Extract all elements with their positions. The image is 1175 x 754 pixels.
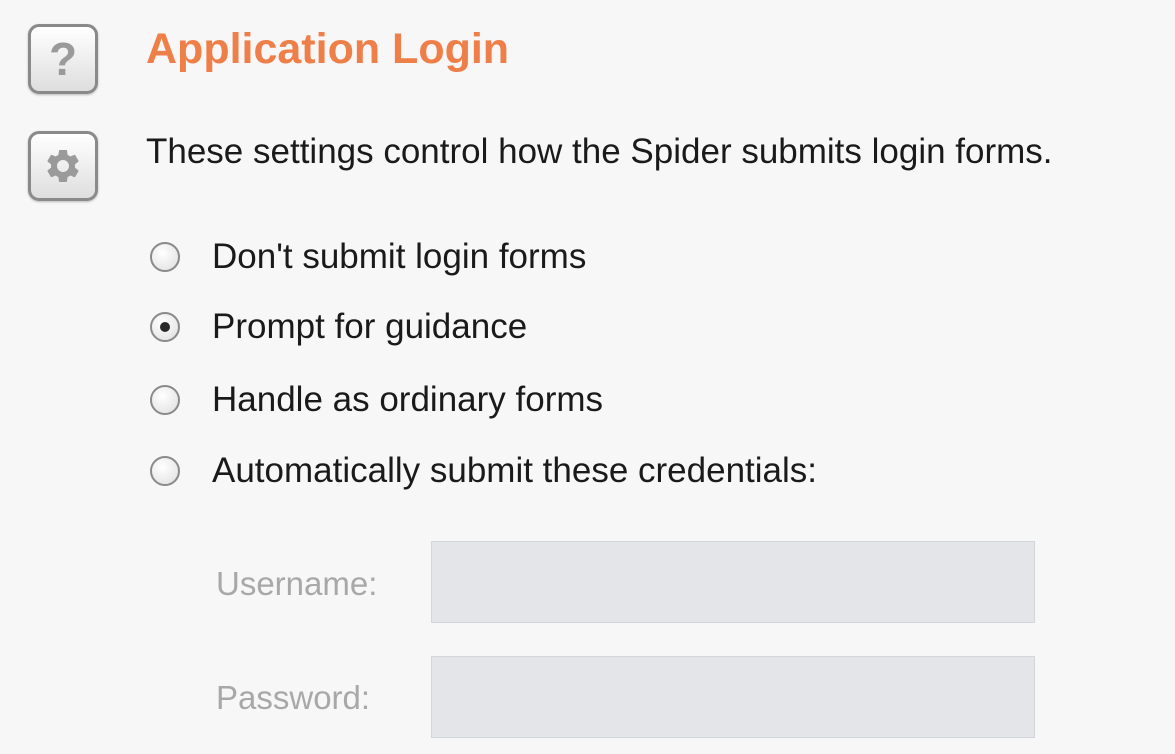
- password-label: Password:: [216, 679, 371, 716]
- radio-button[interactable]: [150, 385, 180, 415]
- radio-label: Prompt for guidance: [212, 307, 528, 346]
- radio-automatically-submit-credentials[interactable]: Automatically submit these credentials:: [150, 446, 817, 496]
- help-button[interactable]: ?: [28, 24, 98, 94]
- radio-label: Don't submit login forms: [212, 237, 587, 276]
- radio-button[interactable]: [150, 312, 180, 342]
- radio-button[interactable]: [150, 242, 180, 272]
- username-field[interactable]: [431, 541, 1035, 623]
- help-icon: ?: [48, 33, 78, 85]
- radio-handle-as-ordinary-forms[interactable]: Handle as ordinary forms: [150, 375, 603, 425]
- section-title: Application Login: [146, 25, 510, 73]
- section-description: These settings control how the Spider su…: [146, 132, 1053, 171]
- password-field[interactable]: [431, 656, 1035, 738]
- radio-label: Handle as ordinary forms: [212, 380, 603, 419]
- radio-button[interactable]: [150, 456, 180, 486]
- radio-dont-submit-login-forms[interactable]: Don't submit login forms: [150, 232, 586, 282]
- username-label: Username:: [216, 565, 378, 602]
- radio-prompt-for-guidance[interactable]: Prompt for guidance: [150, 302, 527, 352]
- gear-icon: [47, 150, 79, 182]
- radio-label: Automatically submit these credentials:: [212, 451, 817, 490]
- settings-button[interactable]: [28, 131, 98, 201]
- radio-dot: [160, 322, 170, 332]
